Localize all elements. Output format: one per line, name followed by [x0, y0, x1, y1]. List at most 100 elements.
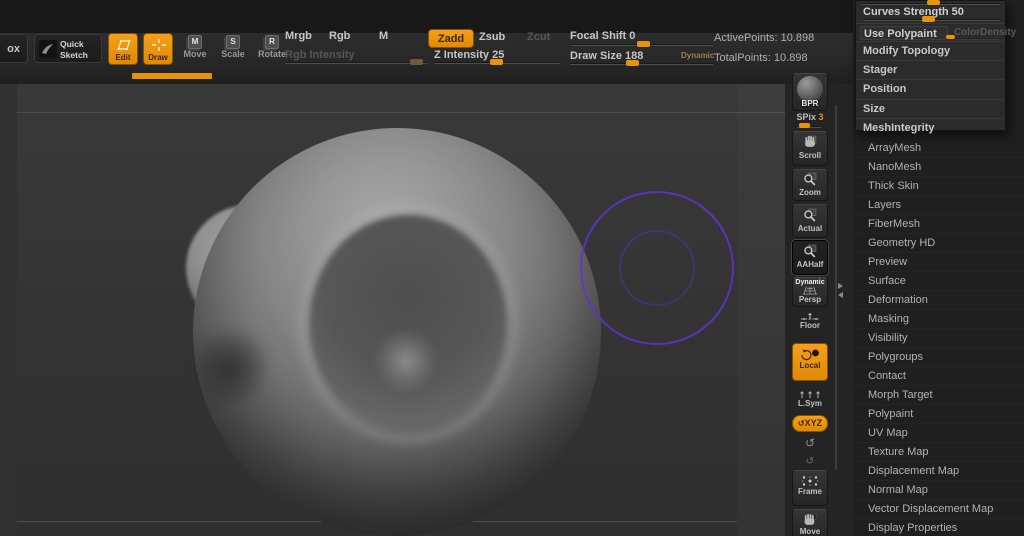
zadd-button[interactable]: Zadd: [428, 29, 474, 48]
xyz-label: XYZ: [804, 418, 823, 428]
gyro-icon: ↺: [797, 419, 805, 428]
tool-menu-item[interactable]: Geometry HD: [853, 234, 1024, 253]
quick-sketch-button[interactable]: Quick Sketch: [34, 34, 102, 63]
draw-size-track: [570, 63, 713, 65]
canvas-right-band: [737, 84, 785, 536]
bpr-button[interactable]: BPR: [792, 73, 828, 111]
move-label: Move: [183, 49, 207, 59]
tool-menu-item[interactable]: NanoMesh: [853, 158, 1024, 177]
m-button[interactable]: M: [379, 30, 388, 42]
tool-menu-item[interactable]: Preview: [853, 253, 1024, 272]
tool-menu-item[interactable]: Contact: [853, 367, 1024, 386]
rgb-button[interactable]: Rgb: [329, 30, 350, 42]
sculpt-canvas[interactable]: [0, 84, 785, 536]
actual-button[interactable]: Actual: [792, 204, 828, 238]
tool-menu-item[interactable]: Masking: [853, 310, 1024, 329]
tool-menu-item[interactable]: FiberMesh: [853, 215, 1024, 234]
magnifier-icon: [793, 244, 827, 260]
persp-label: Persp: [798, 295, 822, 304]
draw-button[interactable]: Draw: [143, 33, 173, 65]
focal-shift-slider[interactable]: Focal Shift 0: [570, 29, 713, 47]
spix-value: 3: [818, 112, 824, 122]
tool-menu-item[interactable]: Polypaint: [853, 405, 1024, 424]
move-canvas-label: Move: [799, 527, 821, 536]
divider-arrow-right-icon[interactable]: [838, 283, 843, 289]
tool-menu-item[interactable]: UV Map: [853, 424, 1024, 443]
crater-bowl-shadow: [310, 215, 506, 430]
dynamic-toggle[interactable]: Dynamic: [681, 51, 714, 60]
color-density-handle[interactable]: [946, 35, 955, 39]
use-polypaint-label: Use Polypaint: [864, 28, 937, 40]
curves-strength-handle: [922, 16, 935, 22]
gyro-y-button[interactable]: ↺: [800, 436, 820, 450]
focal-shift-handle: [637, 41, 650, 47]
aahalf-label: AAHalf: [796, 260, 824, 269]
curves-strength-slider[interactable]: Curves Strength 50: [856, 5, 1005, 23]
tool-menu-item[interactable]: Thick Skin: [853, 177, 1024, 196]
z-intensity-slider[interactable]: Z Intensity 25: [434, 48, 560, 66]
bpr-label: BPR: [801, 99, 819, 108]
total-points-readout: TotalPoints: 10.898: [714, 52, 808, 64]
tool-menu-item[interactable]: Layers: [853, 196, 1024, 215]
rotate-icon: R: [265, 35, 279, 49]
mrgb-button[interactable]: Mrgb: [285, 30, 312, 42]
tool-menu-item[interactable]: Normal Map: [853, 481, 1024, 500]
lightbox-button-partial[interactable]: ox: [0, 34, 28, 63]
tool-menu-item[interactable]: Displacement Map: [853, 462, 1024, 481]
actual-label: Actual: [797, 224, 823, 233]
tool-menu-item[interactable]: Vector Displacement Map: [853, 500, 1024, 519]
color-density-slider[interactable]: ColorDensity: [954, 27, 1016, 38]
tool-menu-item[interactable]: Texture Map: [853, 443, 1024, 462]
xyz-button[interactable]: ↺XYZ: [792, 415, 828, 432]
use-polypaint-button[interactable]: Use Polypaint: [860, 26, 948, 40]
lightbox-label: ox: [7, 43, 20, 55]
zcut-button[interactable]: Zcut: [527, 31, 550, 43]
dynamic-persp-top-label: Dynamic: [795, 279, 825, 286]
divider-arrow-left-icon[interactable]: [838, 292, 843, 298]
spix-label: SPix: [796, 112, 816, 122]
move-button[interactable]: M Move: [180, 35, 210, 59]
lsym-button[interactable]: L.Sym: [792, 387, 828, 413]
popup-menu-item[interactable]: Position: [856, 79, 1005, 98]
color-density-track: [955, 38, 999, 40]
tool-menu-item[interactable]: Surface: [853, 272, 1024, 291]
draw-label: Draw: [148, 53, 168, 62]
popup-menu-item[interactable]: Stager: [856, 60, 1005, 79]
aahalf-button[interactable]: AAHalf: [791, 239, 829, 276]
tool-menu-item[interactable]: Morph Target: [853, 386, 1024, 405]
frame-label: Frame: [797, 487, 822, 496]
floor-grid-icon: [793, 312, 827, 321]
tool-menu-item[interactable]: Deformation: [853, 291, 1024, 310]
quick-sketch-label: Quick Sketch: [60, 39, 88, 60]
gyro-z-button[interactable]: ↺: [802, 456, 818, 467]
dynamic-persp-button[interactable]: Dynamic Persp: [792, 277, 828, 307]
local-button[interactable]: Local: [792, 343, 828, 381]
tool-menu-item[interactable]: Display Properties: [853, 519, 1024, 536]
popup-menu-item[interactable]: Modify Topology: [856, 41, 1005, 60]
floor-button[interactable]: Floor: [792, 309, 828, 336]
scale-icon: S: [226, 35, 240, 49]
popup-menu-item[interactable]: MeshIntegrity: [856, 117, 1005, 137]
draw-size-handle: [626, 60, 639, 66]
tool-menu-item[interactable]: Visibility: [853, 329, 1024, 348]
shelf-scrollbar[interactable]: [835, 105, 837, 470]
zoom-button[interactable]: Zoom: [792, 169, 828, 201]
local-label: Local: [799, 361, 821, 370]
move-canvas-button[interactable]: Move: [792, 509, 828, 536]
rgb-intensity-slider[interactable]: Rgb Intensity: [285, 48, 427, 66]
spix-slider[interactable]: SPix 3: [789, 112, 831, 122]
zsub-button[interactable]: Zsub: [479, 31, 505, 43]
scroll-button[interactable]: Scroll: [792, 131, 828, 166]
move-icon: M: [188, 35, 202, 49]
spix-handle[interactable]: [799, 123, 810, 128]
document-top-edge: [17, 112, 785, 113]
tool-menu-item[interactable]: ArrayMesh: [853, 139, 1024, 158]
popup-menu-item[interactable]: Size: [856, 98, 1005, 118]
rgb-intensity-label: Rgb Intensity: [285, 49, 355, 61]
rgb-intensity-handle: [410, 59, 423, 65]
frame-button[interactable]: Frame: [792, 470, 828, 506]
scale-button[interactable]: S Scale: [218, 35, 248, 59]
tool-menu-item[interactable]: Polygroups: [853, 348, 1024, 367]
edit-button[interactable]: Edit: [108, 33, 138, 65]
magnifier-icon: [793, 172, 827, 188]
